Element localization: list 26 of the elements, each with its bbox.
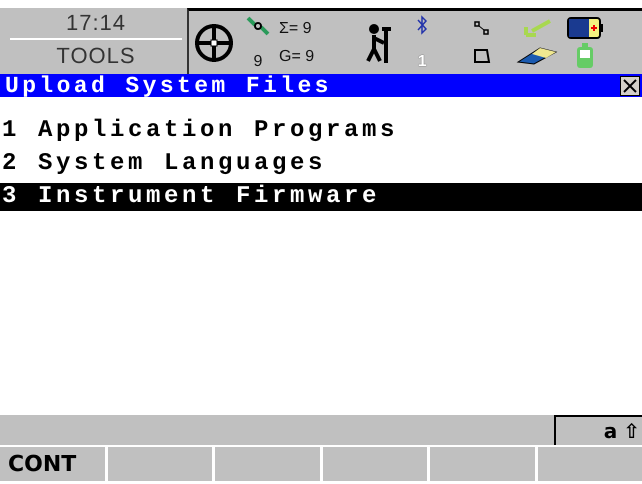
polygon-icon [472,46,492,64]
device-icon [576,43,594,69]
mode-text: TOOLS [56,42,136,70]
satellite-total: Σ= 9 [279,20,312,38]
line-segment-icon [474,20,490,34]
menu-item[interactable]: 3 Instrument Firmware [0,183,642,211]
shift-indicator: ⇧ [623,419,640,443]
blank-softkey[interactable] [108,447,212,481]
time-text: 17:14 [10,8,182,40]
battery-icon [566,16,604,40]
satellite-count: 9 [254,52,262,70]
blank-softkey[interactable] [430,447,534,481]
window-title: Upload System Files [4,72,333,98]
crosshair-icon [193,22,235,64]
blank-softkey[interactable] [215,447,320,481]
satellite-icon [245,14,271,36]
close-icon[interactable] [620,76,640,96]
bluetooth-count: 1 [418,52,427,70]
input-mode-text: a [604,419,618,443]
arrow-icon [522,19,552,37]
card-icon [516,46,558,66]
softkey[interactable]: CONT [0,447,104,481]
gps-count: G= 9 [279,48,314,66]
blank-softkey[interactable] [538,447,642,481]
blank-softkey[interactable] [322,447,427,481]
bluetooth-icon [416,14,428,34]
